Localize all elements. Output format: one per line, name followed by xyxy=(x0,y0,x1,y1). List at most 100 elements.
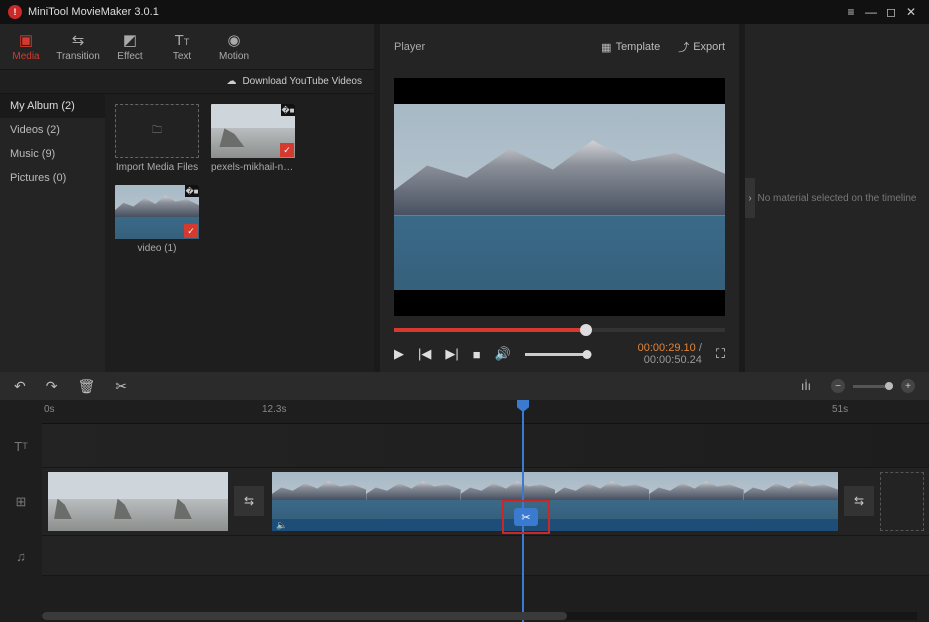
app-logo-icon: ! xyxy=(8,5,22,19)
next-frame-button[interactable]: ▶| xyxy=(445,346,458,362)
scissors-icon[interactable]: ✂ xyxy=(514,508,538,526)
tab-media-label: Media xyxy=(12,51,39,62)
maximize-button[interactable]: ◻ xyxy=(881,5,901,19)
media-tab-album[interactable]: My Album (2) xyxy=(0,94,105,118)
player-panel: Player ▦ Template ⤴ Export ▶ |◀ ▶| ■ 🔊 xyxy=(374,24,745,372)
player-controls: ▶ |◀ ▶| ■ 🔊 00:00:29.10 / 00:00:50.24 ⛶ xyxy=(380,336,739,372)
video-track[interactable]: ⇆ 🔈 ⇆ xyxy=(42,468,929,536)
effect-icon: ◩ xyxy=(104,31,156,49)
seek-bar[interactable] xyxy=(394,328,725,332)
preview-viewport[interactable] xyxy=(394,78,725,316)
import-media-icon: 🗀 xyxy=(115,104,199,158)
audio-settings-icon[interactable]: ıİı xyxy=(801,379,811,393)
title-bar: ! MiniTool MovieMaker 3.0.1 ≡ — ◻ ✕ xyxy=(0,0,929,24)
media-tab-videos[interactable]: Videos (2) xyxy=(0,118,105,142)
fullscreen-button[interactable]: ⛶ xyxy=(716,346,725,362)
folder-icon: ▣ xyxy=(0,31,52,49)
export-button[interactable]: ⤴ Export xyxy=(678,39,725,55)
tab-text-label: Text xyxy=(173,51,191,62)
media-tab-pictures[interactable]: Pictures (0) xyxy=(0,166,105,190)
timeline-toolbar: ↶ ↷ 🗑 ✂ ıİı − + xyxy=(0,372,929,400)
download-youtube-link[interactable]: ☁ Download YouTube Videos xyxy=(0,70,374,94)
timeline-scrollbar[interactable] xyxy=(42,612,917,620)
app-title: MiniTool MovieMaker 3.0.1 xyxy=(28,6,159,18)
main-toolbar: ▣ Media ⇆ Transition ◩ Effect TT Text ◉ … xyxy=(0,24,374,70)
transition-slot-2[interactable]: ⇆ xyxy=(844,486,874,516)
template-button[interactable]: ▦ Template xyxy=(601,41,660,54)
text-track-icon: TT xyxy=(0,424,42,468)
used-check-icon: ✓ xyxy=(280,143,294,157)
audio-track-icon: ♫ xyxy=(0,536,42,576)
player-title: Player xyxy=(394,41,425,53)
time-total: 00:00:50.24 xyxy=(644,354,702,366)
volume-icon[interactable]: 🔊 xyxy=(495,346,511,362)
media-item-2[interactable]: �■ ✓ video (1) xyxy=(115,185,199,254)
timeline-clip-2[interactable]: 🔈 xyxy=(272,472,838,531)
export-label: Export xyxy=(693,41,725,53)
tab-effect-label: Effect xyxy=(117,51,142,62)
prev-frame-button[interactable]: |◀ xyxy=(418,346,431,362)
text-icon: TT xyxy=(156,32,208,49)
redo-button[interactable]: ↷ xyxy=(46,378,58,395)
media-item-1[interactable]: �■ ✓ pexels-mikhail-nilov... xyxy=(211,104,295,173)
used-check-icon: ✓ xyxy=(184,224,198,238)
tab-effect[interactable]: ◩ Effect xyxy=(104,31,156,62)
play-button[interactable]: ▶ xyxy=(394,346,404,362)
time-ruler[interactable]: 0s 12.3s 51s xyxy=(42,400,929,424)
time-sep: / xyxy=(696,342,702,354)
audio-track[interactable] xyxy=(42,536,929,576)
volume-slider[interactable] xyxy=(525,353,591,356)
import-media-label: Import Media Files xyxy=(115,162,199,173)
video-badge-icon: �■ xyxy=(185,185,199,197)
media-category-list: My Album (2) Videos (2) Music (9) Pictur… xyxy=(0,94,105,372)
empty-clip-slot[interactable] xyxy=(880,472,924,531)
ruler-tick-0: 0s xyxy=(44,404,55,415)
transition-icon: ⇆ xyxy=(52,31,104,49)
tab-transition[interactable]: ⇆ Transition xyxy=(52,31,104,62)
tab-text[interactable]: TT Text xyxy=(156,32,208,62)
ruler-tick-1: 12.3s xyxy=(262,404,286,415)
clip-audio-bar[interactable]: 🔈 xyxy=(272,519,838,531)
timeline: TT ⊞ ♫ 0s 12.3s 51s ⇆ xyxy=(0,400,929,622)
split-marker-highlight: ✂ xyxy=(502,500,550,534)
media-thumbnails: 🗀 Import Media Files �■ ✓ pexels-mikhail… xyxy=(105,94,374,372)
export-icon: ⤴ xyxy=(678,39,689,55)
seek-knob[interactable] xyxy=(580,324,592,336)
ruler-tick-2: 51s xyxy=(832,404,848,415)
media-item-1-label: pexels-mikhail-nilov... xyxy=(211,162,295,173)
delete-button[interactable]: 🗑 xyxy=(77,378,95,395)
tab-motion-label: Motion xyxy=(219,51,249,62)
tab-transition-label: Transition xyxy=(56,51,100,62)
import-media-card[interactable]: 🗀 Import Media Files xyxy=(115,104,199,173)
tab-media[interactable]: ▣ Media xyxy=(0,31,52,62)
motion-icon: ◉ xyxy=(208,31,260,49)
media-item-2-label: video (1) xyxy=(115,243,199,254)
timeline-clip-1[interactable] xyxy=(48,472,228,531)
panel-toggle[interactable]: › xyxy=(745,178,755,218)
zoom-slider[interactable] xyxy=(853,385,893,388)
menu-icon[interactable]: ≡ xyxy=(841,5,861,19)
video-track-icon: ⊞ xyxy=(0,468,42,536)
download-youtube-label: Download YouTube Videos xyxy=(242,76,362,87)
video-badge-icon: �■ xyxy=(281,104,295,116)
media-panel: ▣ Media ⇆ Transition ◩ Effect TT Text ◉ … xyxy=(0,24,374,372)
zoom-out-button[interactable]: − xyxy=(831,379,845,393)
template-icon: ▦ xyxy=(601,41,611,54)
transition-slot-1[interactable]: ⇆ xyxy=(234,486,264,516)
undo-button[interactable]: ↶ xyxy=(14,378,26,395)
tab-motion[interactable]: ◉ Motion xyxy=(208,31,260,62)
properties-panel: › No material selected on the timeline xyxy=(745,24,929,372)
time-current: 00:00:29.10 xyxy=(638,342,696,354)
media-tab-music[interactable]: Music (9) xyxy=(0,142,105,166)
minimize-button[interactable]: — xyxy=(861,5,881,19)
stop-button[interactable]: ■ xyxy=(473,347,481,362)
template-label: Template xyxy=(616,41,661,53)
close-button[interactable]: ✕ xyxy=(901,5,921,19)
split-button[interactable]: ✂ xyxy=(115,378,127,395)
cc-icon: ☁ xyxy=(226,76,236,87)
properties-empty-msg: No material selected on the timeline xyxy=(758,193,917,204)
zoom-controls: − + xyxy=(831,379,915,393)
text-track[interactable] xyxy=(42,424,929,468)
speaker-icon: 🔈 xyxy=(276,520,287,531)
zoom-in-button[interactable]: + xyxy=(901,379,915,393)
